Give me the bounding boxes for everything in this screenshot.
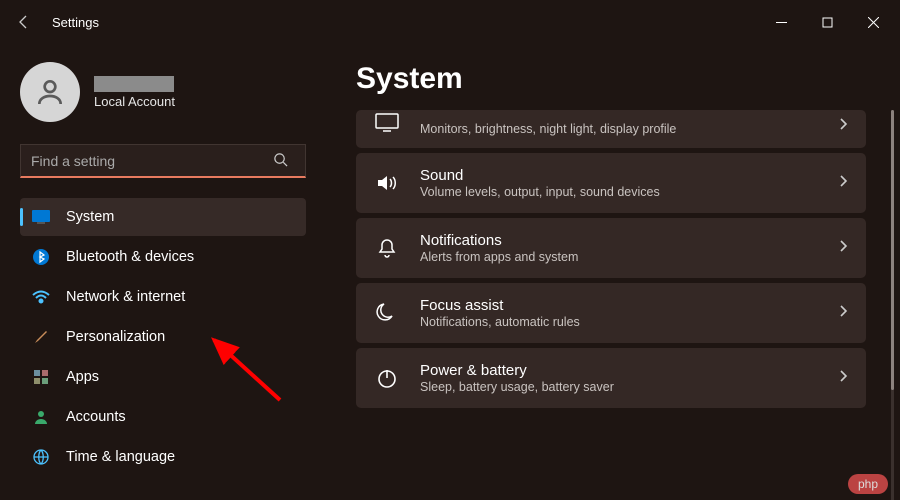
sidebar-item-accounts[interactable]: Accounts	[20, 398, 306, 436]
sidebar-item-label: System	[66, 209, 114, 225]
search-input[interactable]	[20, 144, 306, 178]
person-icon	[32, 408, 50, 426]
sound-icon	[374, 170, 400, 196]
search-box	[20, 144, 306, 178]
sidebar-item-personalization[interactable]: Personalization	[20, 318, 306, 356]
card-title: Focus assist	[420, 297, 818, 314]
back-arrow-icon	[16, 14, 32, 30]
apps-icon	[32, 368, 50, 386]
close-icon	[868, 17, 879, 28]
card-title: Notifications	[420, 232, 818, 249]
chevron-right-icon	[838, 304, 848, 323]
sidebar-item-label: Personalization	[66, 329, 165, 345]
display-icon	[32, 208, 50, 226]
nav-list: System Bluetooth & devices Network & int…	[20, 198, 306, 476]
sidebar-item-system[interactable]: System	[20, 198, 306, 236]
maximize-button[interactable]	[804, 6, 850, 38]
titlebar: Settings	[0, 0, 900, 44]
scrollbar[interactable]	[891, 110, 894, 500]
scrollbar-thumb[interactable]	[891, 110, 894, 390]
page-title: System	[356, 62, 882, 96]
user-name-redacted	[94, 76, 174, 92]
card-display[interactable]: Monitors, brightness, night light, displ…	[356, 110, 866, 148]
sidebar-item-bluetooth[interactable]: Bluetooth & devices	[20, 238, 306, 276]
back-button[interactable]	[4, 2, 44, 42]
bluetooth-icon	[32, 248, 50, 266]
profile[interactable]: Local Account	[20, 62, 306, 122]
card-focus-assist[interactable]: Focus assist Notifications, automatic ru…	[356, 283, 866, 343]
display-outline-icon	[374, 110, 400, 136]
sidebar: Local Account System Bluetooth & devices	[0, 44, 320, 500]
watermark: php	[848, 474, 888, 494]
card-text: Sound Volume levels, output, input, soun…	[420, 167, 818, 199]
close-button[interactable]	[850, 6, 896, 38]
maximize-icon	[822, 17, 833, 28]
card-title: Sound	[420, 167, 818, 184]
card-sound[interactable]: Sound Volume levels, output, input, soun…	[356, 153, 866, 213]
card-power-battery[interactable]: Power & battery Sleep, battery usage, ba…	[356, 348, 866, 408]
chevron-right-icon	[838, 117, 848, 136]
card-subtitle: Monitors, brightness, night light, displ…	[420, 122, 818, 136]
moon-icon	[374, 300, 400, 326]
card-subtitle: Sleep, battery usage, battery saver	[420, 380, 818, 394]
sidebar-item-network[interactable]: Network & internet	[20, 278, 306, 316]
card-text: Power & battery Sleep, battery usage, ba…	[420, 362, 818, 394]
chevron-right-icon	[838, 369, 848, 388]
card-subtitle: Notifications, automatic rules	[420, 315, 818, 329]
minimize-button[interactable]	[758, 6, 804, 38]
sidebar-item-label: Network & internet	[66, 289, 185, 305]
card-notifications[interactable]: Notifications Alerts from apps and syste…	[356, 218, 866, 278]
profile-text: Local Account	[94, 76, 175, 109]
chevron-right-icon	[838, 174, 848, 193]
avatar	[20, 62, 80, 122]
power-icon	[374, 365, 400, 391]
sidebar-item-label: Time & language	[66, 449, 175, 465]
card-text: Monitors, brightness, night light, displ…	[420, 122, 818, 136]
sidebar-item-label: Apps	[66, 369, 99, 385]
globe-icon	[32, 448, 50, 466]
sidebar-item-label: Bluetooth & devices	[66, 249, 194, 265]
card-subtitle: Alerts from apps and system	[420, 250, 818, 264]
sidebar-item-label: Accounts	[66, 409, 126, 425]
search-icon	[273, 152, 288, 172]
minimize-icon	[776, 17, 787, 28]
bell-icon	[374, 235, 400, 261]
person-icon	[34, 76, 66, 108]
sidebar-item-apps[interactable]: Apps	[20, 358, 306, 396]
wifi-icon	[32, 288, 50, 306]
brush-icon	[32, 328, 50, 346]
account-type: Local Account	[94, 94, 175, 109]
window-title: Settings	[44, 15, 99, 30]
window-controls	[758, 6, 896, 38]
settings-cards: Monitors, brightness, night light, displ…	[356, 110, 882, 408]
card-text: Focus assist Notifications, automatic ru…	[420, 297, 818, 329]
main-panel: System Monitors, brightness, night light…	[320, 44, 900, 500]
sidebar-item-time-language[interactable]: Time & language	[20, 438, 306, 476]
card-subtitle: Volume levels, output, input, sound devi…	[420, 185, 818, 199]
card-text: Notifications Alerts from apps and syste…	[420, 232, 818, 264]
chevron-right-icon	[838, 239, 848, 258]
card-title: Power & battery	[420, 362, 818, 379]
content: Local Account System Bluetooth & devices	[0, 44, 900, 500]
